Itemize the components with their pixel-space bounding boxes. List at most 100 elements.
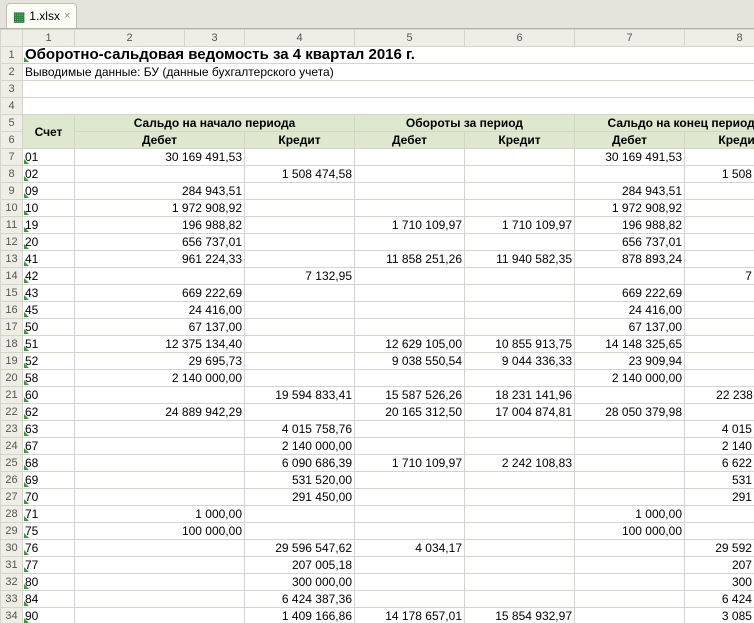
debit-turn-cell bbox=[355, 370, 465, 387]
row-header[interactable]: 16 bbox=[1, 302, 23, 319]
credit-turn-cell bbox=[465, 183, 575, 200]
row-header[interactable]: 15 bbox=[1, 285, 23, 302]
debit-end-cell: 100 000,00 bbox=[575, 523, 685, 540]
col-header[interactable]: 6 bbox=[465, 30, 575, 47]
row-header[interactable]: 27 bbox=[1, 489, 23, 506]
credit-start-cell: 19 594 833,41 bbox=[245, 387, 355, 404]
debit-turn-cell bbox=[355, 591, 465, 608]
row-header[interactable]: 11 bbox=[1, 217, 23, 234]
table-row: 1220656 737,01656 737,01 bbox=[1, 234, 754, 251]
credit-start-cell bbox=[245, 285, 355, 302]
debit-end-cell bbox=[575, 540, 685, 557]
row-header[interactable]: 26 bbox=[1, 472, 23, 489]
row-header[interactable]: 8 bbox=[1, 166, 23, 183]
credit-start-cell bbox=[245, 319, 355, 336]
col-header[interactable]: 7 bbox=[575, 30, 685, 47]
debit-start-cell bbox=[75, 455, 245, 472]
debit-start-cell bbox=[75, 540, 245, 557]
debit-turn-cell bbox=[355, 268, 465, 285]
close-icon[interactable]: × bbox=[64, 11, 70, 22]
account-cell: 70 bbox=[23, 489, 75, 506]
file-tab[interactable]: ▦ 1.xlsx × bbox=[6, 3, 77, 28]
row-header[interactable]: 18 bbox=[1, 336, 23, 353]
row-header[interactable]: 23 bbox=[1, 421, 23, 438]
row-header[interactable]: 22 bbox=[1, 404, 23, 421]
debit-end-cell bbox=[575, 268, 685, 285]
credit-start-cell: 6 424 387,36 bbox=[245, 591, 355, 608]
col-header[interactable]: 5 bbox=[355, 30, 465, 47]
row-header[interactable]: 9 bbox=[1, 183, 23, 200]
credit-end-cell bbox=[685, 217, 754, 234]
row-header[interactable]: 7 bbox=[1, 149, 23, 166]
credit-turn-cell: 18 231 141,96 bbox=[465, 387, 575, 404]
debit-turn-cell: 15 587 526,26 bbox=[355, 387, 465, 404]
table-row: 2669531 520,00531 520,00 bbox=[1, 472, 754, 489]
account-cell: 52 bbox=[23, 353, 75, 370]
col-header[interactable]: 3 bbox=[185, 30, 245, 47]
col-header[interactable]: 8 bbox=[685, 30, 754, 47]
row-header[interactable]: 2 bbox=[1, 64, 23, 81]
row-header[interactable]: 19 bbox=[1, 353, 23, 370]
table-row: 307629 596 547,624 034,1729 592 513,45 bbox=[1, 540, 754, 557]
credit-end-cell bbox=[685, 336, 754, 353]
table-row: 1341961 224,3311 858 251,2611 940 582,35… bbox=[1, 251, 754, 268]
account-cell: 01 bbox=[23, 149, 75, 166]
col-credit: Кредит bbox=[685, 132, 754, 149]
col-header[interactable]: 2 bbox=[75, 30, 185, 47]
row-header[interactable]: 21 bbox=[1, 387, 23, 404]
row-header[interactable]: 17 bbox=[1, 319, 23, 336]
credit-turn-cell: 9 044 336,33 bbox=[465, 353, 575, 370]
debit-start-cell: 2 140 000,00 bbox=[75, 370, 245, 387]
col-header[interactable]: 4 bbox=[245, 30, 355, 47]
credit-start-cell bbox=[245, 251, 355, 268]
account-cell: 41 bbox=[23, 251, 75, 268]
debit-turn-cell bbox=[355, 557, 465, 574]
credit-end-cell bbox=[685, 506, 754, 523]
account-cell: 60 bbox=[23, 387, 75, 404]
row-header[interactable]: 4 bbox=[1, 98, 23, 115]
credit-turn-cell bbox=[465, 319, 575, 336]
row-header[interactable]: 29 bbox=[1, 523, 23, 540]
row-header[interactable]: 32 bbox=[1, 574, 23, 591]
credit-end-cell: 7 132,95 bbox=[685, 268, 754, 285]
row-header[interactable]: 25 bbox=[1, 455, 23, 472]
row-header[interactable]: 5 bbox=[1, 115, 23, 132]
credit-turn-cell bbox=[465, 438, 575, 455]
credit-turn-cell: 17 004 874,81 bbox=[465, 404, 575, 421]
debit-turn-cell bbox=[355, 472, 465, 489]
credit-turn-cell: 10 855 913,75 bbox=[465, 336, 575, 353]
col-header[interactable]: 1 bbox=[23, 30, 75, 47]
account-cell: 19 bbox=[23, 217, 75, 234]
row-header[interactable]: 20 bbox=[1, 370, 23, 387]
row-header[interactable]: 3 bbox=[1, 81, 23, 98]
debit-end-cell: 196 988,82 bbox=[575, 217, 685, 234]
corner-cell[interactable] bbox=[1, 30, 23, 47]
debit-start-cell bbox=[75, 574, 245, 591]
row-header[interactable]: 28 bbox=[1, 506, 23, 523]
account-cell: 02 bbox=[23, 166, 75, 183]
debit-turn-cell: 9 038 550,54 bbox=[355, 353, 465, 370]
row-header[interactable]: 12 bbox=[1, 234, 23, 251]
debit-turn-cell bbox=[355, 506, 465, 523]
row-header[interactable]: 34 bbox=[1, 608, 23, 623]
row-header[interactable]: 6 bbox=[1, 132, 23, 149]
row-header[interactable]: 33 bbox=[1, 591, 23, 608]
row-header[interactable]: 10 bbox=[1, 200, 23, 217]
table-row: 2975100 000,00100 000,00 bbox=[1, 523, 754, 540]
account-cell: 90 bbox=[23, 608, 75, 623]
row-header[interactable]: 30 bbox=[1, 540, 23, 557]
debit-turn-cell: 11 858 251,26 bbox=[355, 251, 465, 268]
debit-turn-cell: 12 629 105,00 bbox=[355, 336, 465, 353]
row-header[interactable]: 31 bbox=[1, 557, 23, 574]
row-header[interactable]: 14 bbox=[1, 268, 23, 285]
row-header[interactable]: 24 bbox=[1, 438, 23, 455]
debit-start-cell: 12 375 134,40 bbox=[75, 336, 245, 353]
row-header[interactable]: 1 bbox=[1, 47, 23, 64]
spreadsheet[interactable]: 1 2 3 4 5 6 7 8 1 Оборотно-сальдовая вед… bbox=[0, 29, 754, 623]
credit-end-cell bbox=[685, 183, 754, 200]
credit-turn-cell bbox=[465, 540, 575, 557]
debit-end-cell: 878 893,24 bbox=[575, 251, 685, 268]
col-group-turn: Обороты за период bbox=[355, 115, 575, 132]
row-header[interactable]: 13 bbox=[1, 251, 23, 268]
credit-start-cell: 207 005,18 bbox=[245, 557, 355, 574]
